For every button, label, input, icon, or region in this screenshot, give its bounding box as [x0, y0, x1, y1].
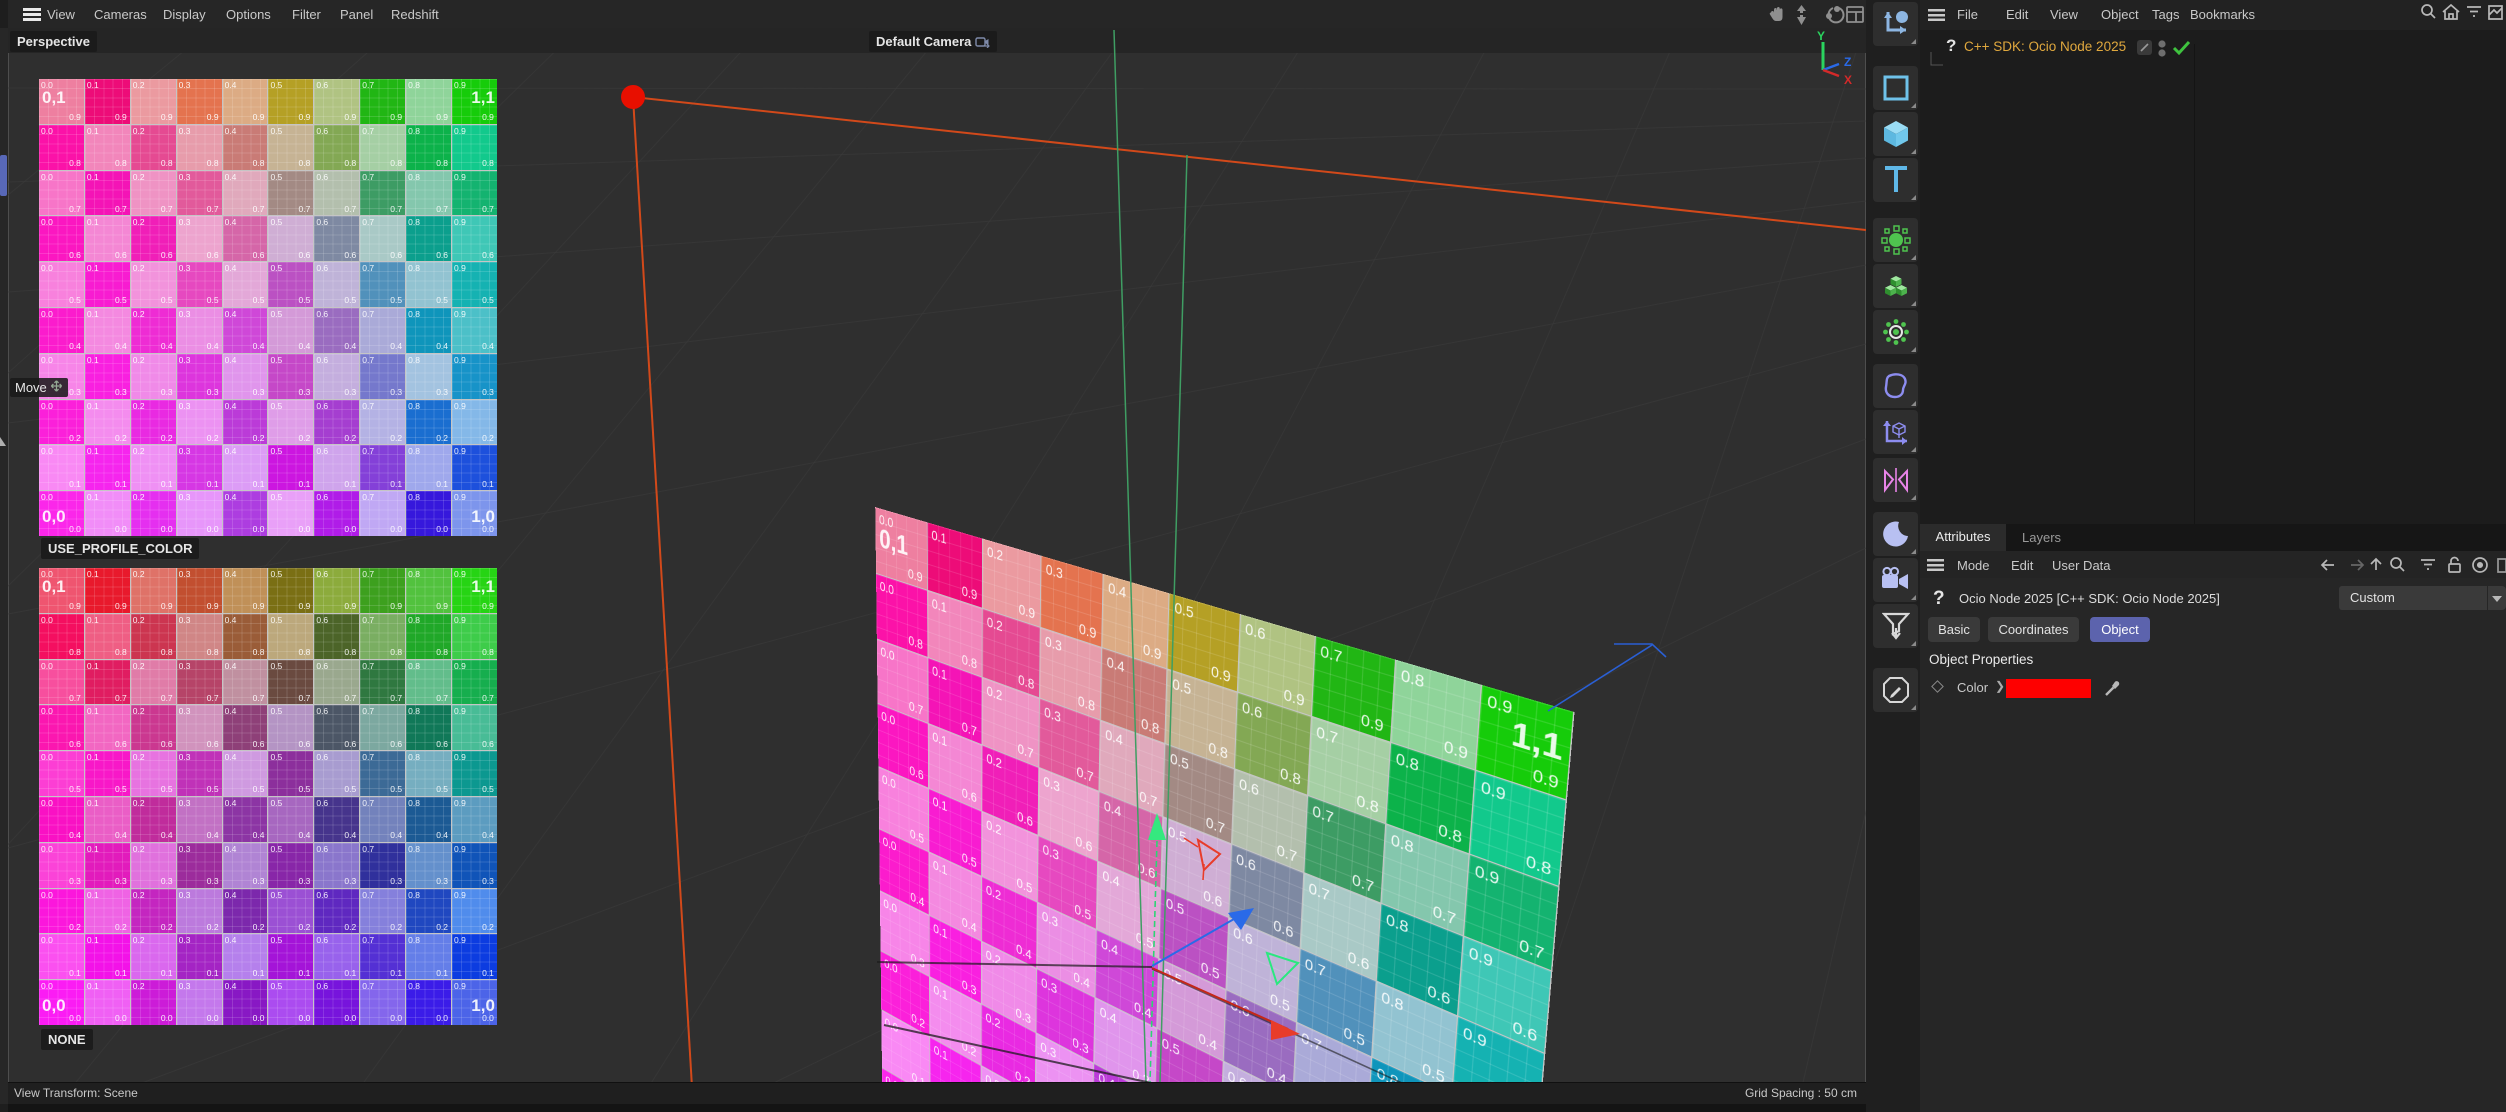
- svg-text:Y: Y: [1817, 29, 1825, 43]
- svg-text:X: X: [1844, 73, 1852, 87]
- svg-text:Z: Z: [1844, 55, 1851, 69]
